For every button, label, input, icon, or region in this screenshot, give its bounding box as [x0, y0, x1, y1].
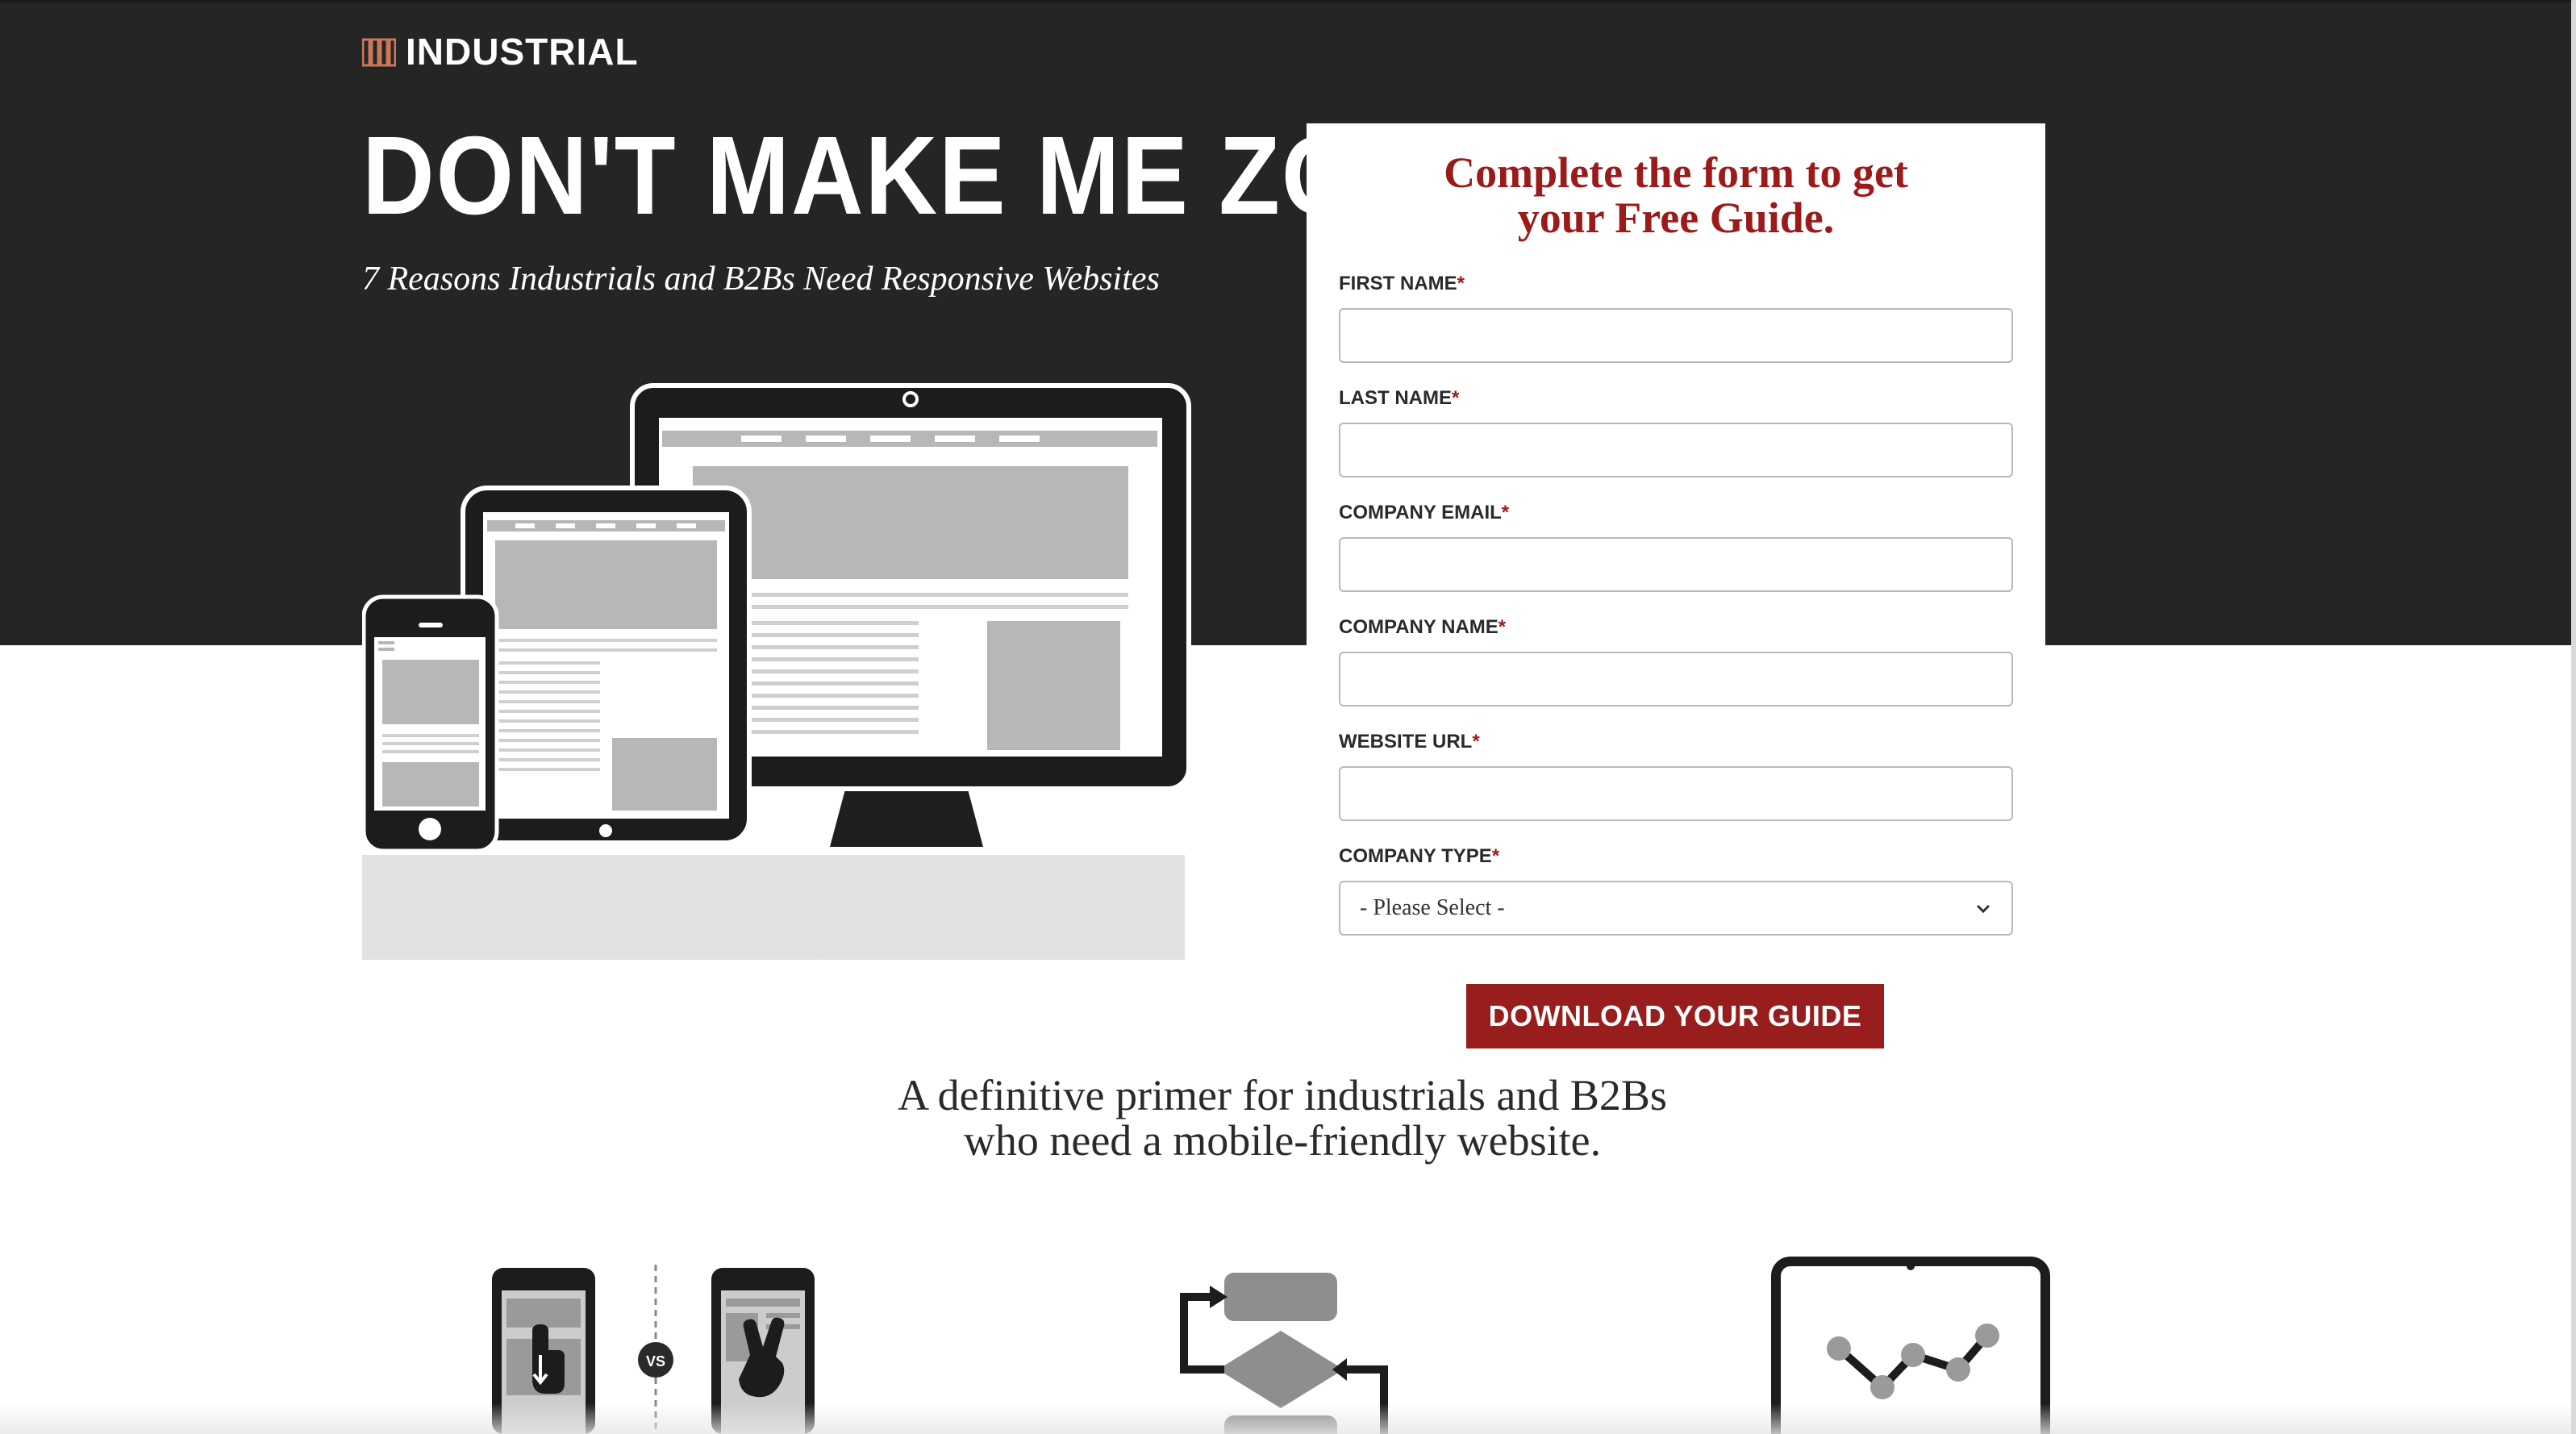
phone-icon	[362, 594, 499, 853]
last-name-input[interactable]	[1339, 423, 2013, 477]
responsive-devices-illustration	[362, 383, 1191, 960]
top-border	[0, 0, 2576, 2]
page-subtitle: 7 Reasons Industrials and B2Bs Need Resp…	[362, 261, 1160, 298]
viewport-bottom-edge	[0, 1403, 2571, 1434]
first-name-label-text: FIRST NAME	[1339, 273, 1457, 294]
required-mark: *	[1491, 845, 1500, 867]
download-guide-button[interactable]: DOWNLOAD YOUR GUIDE	[1466, 984, 1884, 1048]
required-mark: *	[1498, 616, 1507, 638]
company-name-label-text: COMPANY NAME	[1339, 616, 1498, 638]
industrial-logo-icon	[362, 38, 396, 67]
company-type-label: COMPANY TYPE*	[1339, 845, 1499, 868]
first-name-label: FIRST NAME*	[1339, 273, 1465, 295]
form-heading-line2: your Free Guide.	[1517, 194, 1835, 242]
website-url-label-text: WEBSITE URL	[1339, 731, 1473, 752]
last-name-label: LAST NAME*	[1339, 387, 1459, 410]
company-email-input[interactable]	[1339, 537, 2013, 592]
first-name-input[interactable]	[1339, 308, 2013, 363]
required-mark: *	[1472, 731, 1480, 752]
required-mark: *	[1457, 273, 1465, 294]
company-type-selected: - Please Select -	[1360, 895, 1505, 920]
form-heading-line1: Complete the form to get	[1444, 148, 1908, 197]
required-mark: *	[1501, 502, 1510, 523]
company-type-label-text: COMPANY TYPE	[1339, 845, 1492, 867]
company-name-input[interactable]	[1339, 652, 2013, 707]
device-reflection	[362, 855, 1185, 960]
primer-text: A definitive primer for industrials and …	[726, 1073, 1839, 1163]
vs-label: VS	[646, 1353, 665, 1369]
page-scrollbar[interactable]	[2571, 0, 2576, 1434]
website-url-input[interactable]	[1339, 766, 2013, 821]
website-url-label: WEBSITE URL*	[1339, 731, 1480, 753]
primer-line2: who need a mobile-friendly website.	[963, 1116, 1602, 1165]
form-heading: Complete the form to get your Free Guide…	[1307, 150, 2045, 240]
brand-name: INDUSTRIAL	[406, 31, 639, 73]
brand-logo[interactable]: INDUSTRIAL	[362, 29, 639, 74]
last-name-label-text: LAST NAME	[1339, 387, 1452, 409]
company-email-label-text: COMPANY EMAIL	[1339, 502, 1502, 523]
primer-line1: A definitive primer for industrials and …	[898, 1071, 1667, 1119]
chevron-down-icon	[1976, 904, 1990, 914]
company-email-label: COMPANY EMAIL*	[1339, 502, 1509, 524]
company-name-label: COMPANY NAME*	[1339, 616, 1506, 639]
company-type-select[interactable]: - Please Select -	[1339, 881, 2013, 936]
required-mark: *	[1452, 387, 1460, 409]
tablet-icon	[461, 486, 752, 845]
